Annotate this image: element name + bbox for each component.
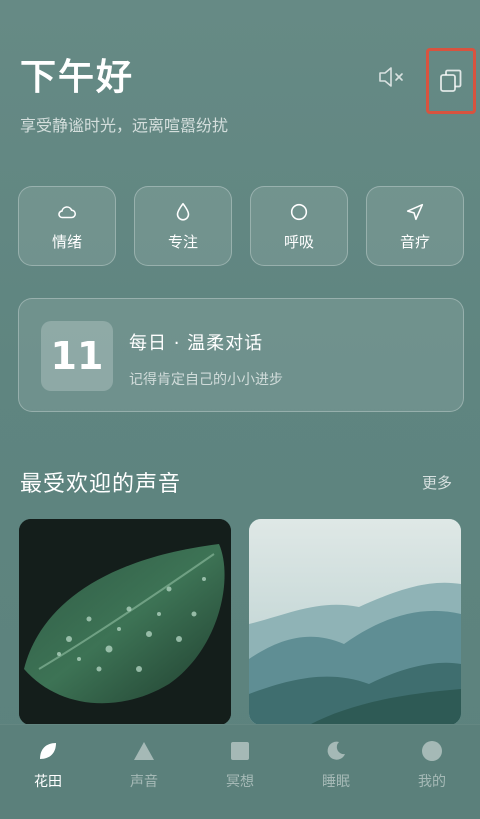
category-label: 专注 xyxy=(167,232,198,251)
copy-button[interactable] xyxy=(426,48,476,114)
sound-card-mountain[interactable] xyxy=(249,519,461,725)
category-sound-therapy[interactable]: 音疗 xyxy=(366,186,464,266)
greeting-subtitle: 享受静谧时光，远离喧嚣纷扰 xyxy=(20,116,229,135)
tab-label: 我的 xyxy=(418,774,446,790)
category-label: 呼吸 xyxy=(283,232,314,251)
tab-label: 睡眠 xyxy=(322,774,350,790)
greeting-title: 下午好 xyxy=(20,57,135,98)
cloud-icon xyxy=(58,205,77,218)
leaf-icon xyxy=(40,743,56,759)
mountain-landscape-image xyxy=(249,519,461,725)
tab-sounds[interactable]: 声音 xyxy=(96,725,192,819)
daily-title: 每日 · 温柔对话 xyxy=(129,333,264,354)
square-icon xyxy=(231,742,249,760)
triangle-icon xyxy=(134,742,154,760)
mute-button[interactable] xyxy=(376,63,408,91)
leaf-raindrops-image xyxy=(19,519,231,725)
daily-subtitle: 记得肯定自己的小小进步 xyxy=(129,372,283,388)
tab-sleep[interactable]: 睡眠 xyxy=(288,725,384,819)
category-label: 情绪 xyxy=(51,232,82,251)
moon-icon xyxy=(327,741,345,760)
copy-icon xyxy=(440,69,462,92)
tab-garden[interactable]: 花田 xyxy=(0,725,96,819)
send-arrow-icon xyxy=(406,203,424,220)
tab-meditation[interactable]: 冥想 xyxy=(192,725,288,819)
daily-dialogue-card[interactable]: 11 每日 · 温柔对话 记得肯定自己的小小进步 xyxy=(18,298,464,412)
tab-profile[interactable]: 我的 xyxy=(384,725,480,819)
drop-icon xyxy=(176,202,190,220)
popular-sounds-title: 最受欢迎的声音 xyxy=(20,472,182,497)
more-link[interactable]: 更多 xyxy=(422,472,452,493)
category-emotion[interactable]: 情绪 xyxy=(18,186,116,266)
day-number: 11 xyxy=(41,321,113,391)
tab-label: 花田 xyxy=(34,774,62,790)
sound-card-rain-leaf[interactable] xyxy=(19,519,231,725)
category-label: 音疗 xyxy=(399,232,430,251)
profile-circle-icon xyxy=(422,741,442,761)
category-focus[interactable]: 专注 xyxy=(134,186,232,266)
category-row: 情绪 专注 呼吸 音疗 xyxy=(18,186,464,266)
circle-icon xyxy=(290,203,308,220)
tab-label: 冥想 xyxy=(226,774,254,790)
tab-label: 声音 xyxy=(130,774,158,790)
speaker-mute-icon xyxy=(379,67,403,87)
home-screen: 下午好 享受静谧时光，远离喧嚣纷扰 情绪 专注 呼吸 音疗 11 每日 · 温柔… xyxy=(0,0,480,819)
category-breathe[interactable]: 呼吸 xyxy=(250,186,348,266)
bottom-tab-bar: 花田 声音 冥想 睡眠 我的 xyxy=(0,724,480,819)
